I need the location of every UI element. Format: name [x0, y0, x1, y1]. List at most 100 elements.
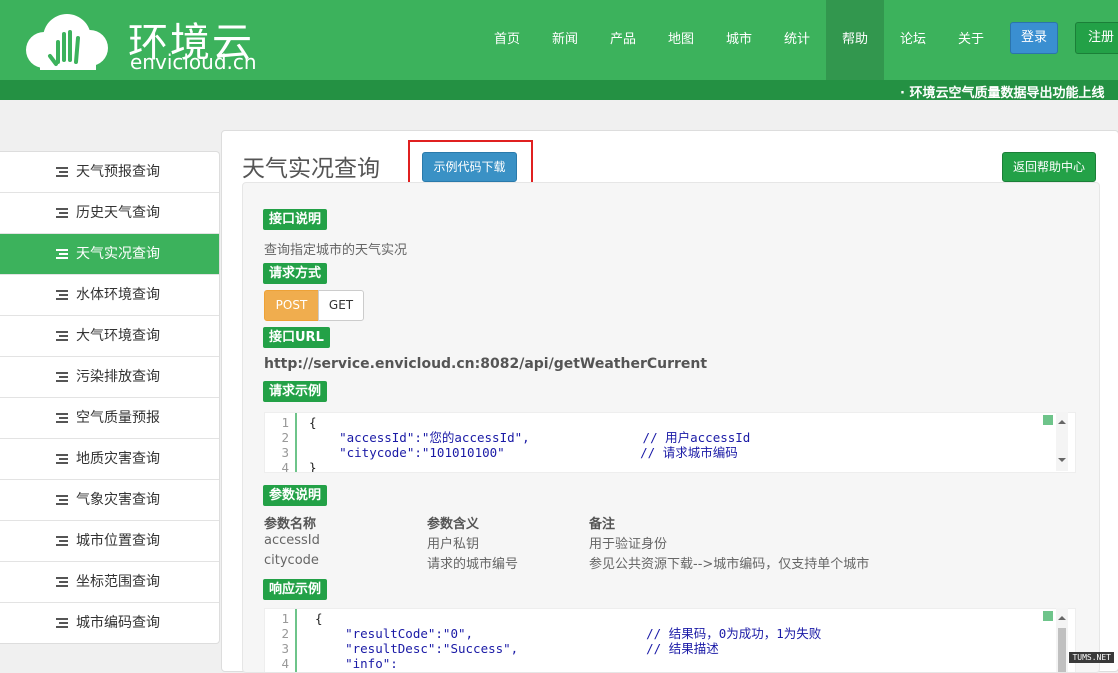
- section-label-url: 接口URL: [263, 327, 330, 348]
- request-code-block: 1 { 2 "accessId":"您的accessId", // 用户acces…: [264, 412, 1076, 473]
- scroll-down-icon[interactable]: [1058, 458, 1066, 462]
- nav-news[interactable]: 新闻: [536, 0, 594, 80]
- nav-stats[interactable]: 统计: [768, 0, 826, 80]
- sidebar-item-geo-disaster[interactable]: 地质灾害查询: [0, 439, 219, 480]
- sidebar-item-label: 污染排放查询: [76, 369, 160, 385]
- section-label-description: 接口说明: [263, 209, 328, 230]
- nav-help[interactable]: 帮助: [826, 0, 884, 80]
- cloud-hand-logo-icon: [26, 14, 108, 70]
- sidebar-item-label: 大气环境查询: [76, 328, 160, 344]
- description-text: 查询指定城市的天气实况: [264, 243, 408, 258]
- sidebar-item-water[interactable]: 水体环境查询: [0, 275, 219, 316]
- nav-map[interactable]: 地图: [652, 0, 710, 80]
- nav-about[interactable]: 关于: [942, 0, 1000, 80]
- site-logo[interactable]: 环境云 envicloud.cn: [22, 8, 272, 74]
- api-doc-content: 接口说明 查询指定城市的天气实况 请求方式 POST GET 接口URL htt…: [242, 182, 1100, 673]
- sidebar-item-label: 天气实况查询: [76, 246, 160, 262]
- code-line: {: [315, 611, 323, 626]
- response-code-scrollbar[interactable]: [1056, 608, 1068, 672]
- sidebar-item-label: 地质灾害查询: [76, 451, 160, 467]
- sidebar-item-forecast[interactable]: 天气预报查询: [0, 152, 219, 193]
- scroll-up-icon[interactable]: [1058, 616, 1066, 620]
- sidebar-item-coord-range[interactable]: 坐标范围查询: [0, 562, 219, 603]
- list-icon: [56, 535, 68, 547]
- sidebar-item-label: 坐标范围查询: [76, 574, 160, 590]
- params-cell: 用于验证身份: [589, 537, 668, 552]
- section-label-method: 请求方式: [263, 263, 328, 284]
- watermark: TUMS.NET: [1069, 652, 1114, 663]
- list-icon: [56, 166, 68, 178]
- list-icon: [56, 617, 68, 629]
- params-header-name: 参数名称: [264, 517, 317, 532]
- login-button[interactable]: 登录: [1010, 22, 1058, 54]
- list-icon: [56, 576, 68, 588]
- news-ticker: · 环境云空气质量数据导出功能上线: [0, 80, 1118, 100]
- line-number: 1: [281, 415, 289, 430]
- sidebar-item-current[interactable]: 天气实况查询: [0, 234, 219, 275]
- main-nav: 首页 新闻 产品 地图 城市 统计 帮助 论坛 关于: [478, 0, 1000, 80]
- request-code-scrollbar[interactable]: [1056, 412, 1068, 471]
- main-panel: 天气实况查询 示例代码下载 返回帮助中心 接口说明 查询指定城市的天气实况 请求…: [221, 130, 1118, 673]
- register-button[interactable]: 注册: [1075, 22, 1118, 54]
- sidebar-item-label: 城市位置查询: [76, 533, 160, 549]
- section-label-params: 参数说明: [263, 485, 328, 506]
- ticker-text[interactable]: · 环境云空气质量数据导出功能上线: [900, 82, 1104, 100]
- sidebar-item-history[interactable]: 历史天气查询: [0, 193, 219, 234]
- nav-city[interactable]: 城市: [710, 0, 768, 80]
- line-number: 2: [281, 626, 289, 641]
- nav-forum[interactable]: 论坛: [884, 0, 942, 80]
- scroll-thumb[interactable]: [1058, 628, 1066, 672]
- line-number: 2: [281, 430, 289, 445]
- sidebar-item-air-forecast[interactable]: 空气质量预报: [0, 398, 219, 439]
- section-label-request: 请求示例: [263, 381, 328, 402]
- params-cell: 请求的城市编号: [427, 557, 519, 572]
- scroll-up-icon[interactable]: [1058, 420, 1066, 424]
- download-sample-code-button[interactable]: 示例代码下载: [422, 152, 517, 182]
- response-code-block: 1{ 2 "resultCode":"0", // 结果码，0为成功，1为失败 …: [264, 608, 1076, 672]
- back-to-help-button[interactable]: 返回帮助中心: [1002, 152, 1096, 182]
- sidebar-menu: 天气预报查询 历史天气查询 天气实况查询 水体环境查询 大气环境查询 污染排放查…: [0, 151, 220, 644]
- section-label-response: 响应示例: [263, 579, 328, 600]
- line-number: 3: [281, 445, 289, 460]
- list-icon: [56, 371, 68, 383]
- params-header-note: 备注: [589, 517, 616, 532]
- sidebar-item-label: 水体环境查询: [76, 287, 160, 303]
- api-url: http://service.envicloud.cn:8082/api/get…: [264, 356, 708, 372]
- sidebar-item-atmosphere[interactable]: 大气环境查询: [0, 316, 219, 357]
- sidebar-item-city-location[interactable]: 城市位置查询: [0, 521, 219, 562]
- list-icon: [56, 412, 68, 424]
- code-line: "resultDesc":"Success", // 结果描述: [315, 641, 719, 656]
- code-line: }: [309, 460, 317, 473]
- nav-home[interactable]: 首页: [478, 0, 536, 80]
- list-icon: [56, 207, 68, 219]
- fold-toggle-icon[interactable]: [1043, 415, 1053, 425]
- method-get-button[interactable]: GET: [318, 290, 364, 321]
- sidebar-item-weather-disaster[interactable]: 气象灾害查询: [0, 480, 219, 521]
- brand-name-en: envicloud.cn: [130, 50, 257, 74]
- list-icon: [56, 248, 68, 260]
- code-line: "accessId":"您的accessId", // 用户accessId: [309, 430, 751, 445]
- list-icon: [56, 453, 68, 465]
- sidebar-item-label: 城市编码查询: [76, 615, 160, 631]
- fold-toggle-icon[interactable]: [1043, 611, 1053, 621]
- code-line: "resultCode":"0", // 结果码，0为成功，1为失败: [315, 626, 822, 641]
- params-header-meaning: 参数含义: [427, 517, 480, 532]
- line-number: 1: [281, 611, 289, 626]
- list-icon: [56, 494, 68, 506]
- params-cell: 用户私钥: [427, 537, 480, 552]
- sidebar-item-pollution[interactable]: 污染排放查询: [0, 357, 219, 398]
- params-cell: 参见公共资源下载-->城市编码，仅支持单个城市: [589, 557, 870, 572]
- params-cell: accessId: [264, 533, 320, 548]
- line-number: 4: [281, 656, 289, 671]
- sidebar-item-label: 空气质量预报: [76, 410, 160, 426]
- method-post-button[interactable]: POST: [264, 290, 319, 321]
- list-icon: [56, 289, 68, 301]
- code-line: "citycode":"101010100" // 请求城市编码: [309, 445, 738, 460]
- sidebar-item-label: 天气预报查询: [76, 164, 160, 180]
- list-icon: [56, 330, 68, 342]
- line-number: 3: [281, 641, 289, 656]
- nav-products[interactable]: 产品: [594, 0, 652, 80]
- code-line: "info":: [315, 656, 398, 671]
- sidebar-item-city-code[interactable]: 城市编码查询: [0, 603, 219, 643]
- line-number: 4: [281, 460, 289, 473]
